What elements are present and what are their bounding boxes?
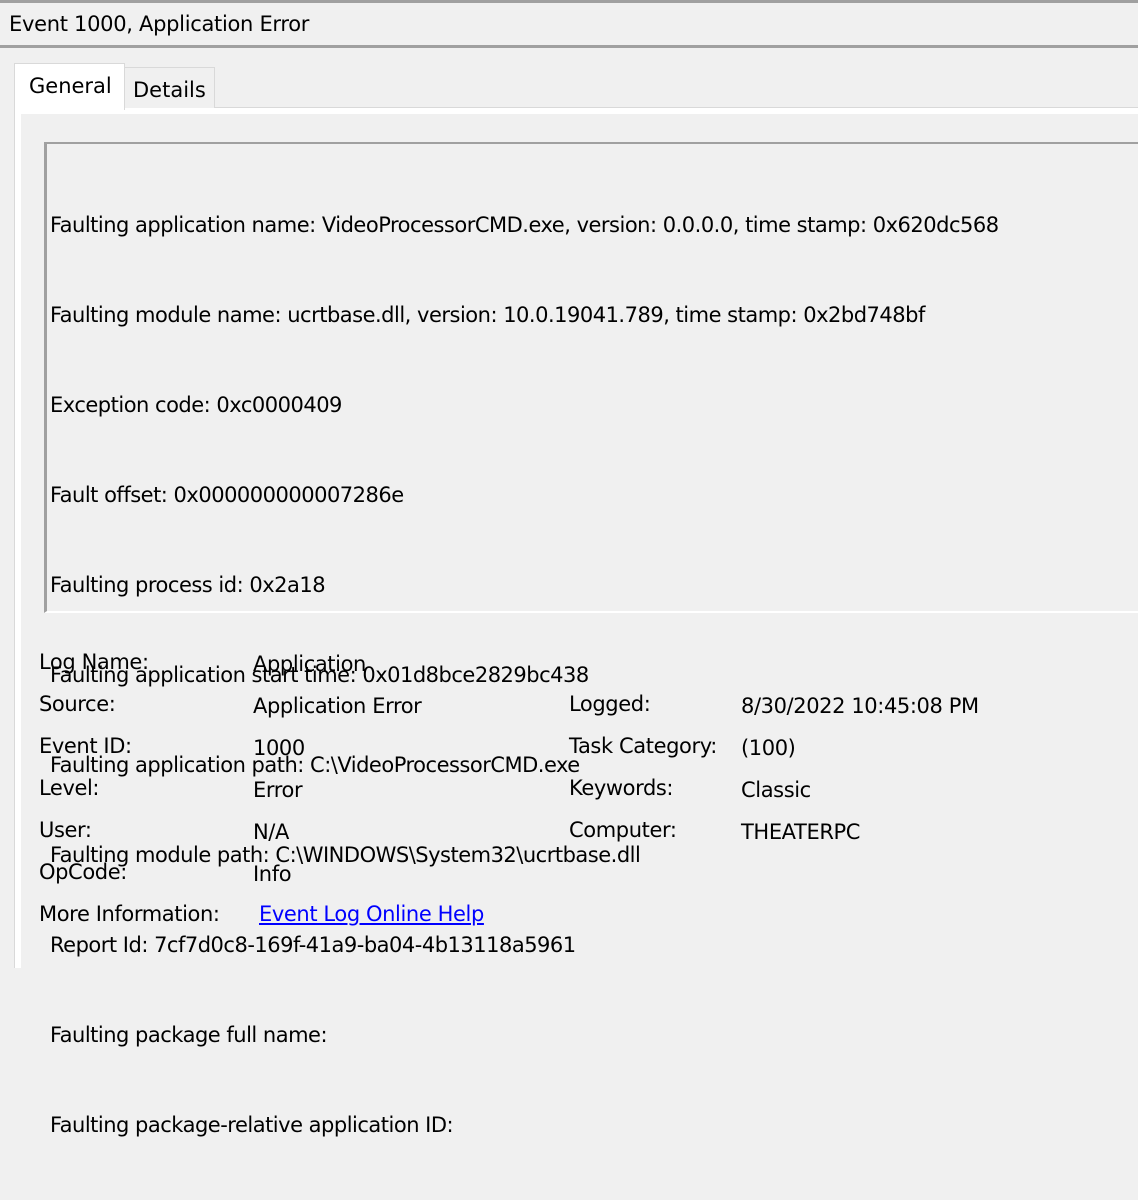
keywords-label: Keywords: bbox=[569, 776, 674, 800]
log-name-label: Log Name: bbox=[39, 650, 149, 674]
computer-value[interactable]: THEATERPC bbox=[741, 820, 860, 844]
user-label: User: bbox=[39, 818, 92, 842]
computer-label: Computer: bbox=[569, 818, 677, 842]
event-description-textbox[interactable]: Faulting application name: VideoProcesso… bbox=[44, 142, 1138, 1137]
description-line: Report Id: 7cf7d0c8-169f-41a9-ba04-4b131… bbox=[50, 933, 576, 957]
task-category-label: Task Category: bbox=[569, 734, 717, 758]
event-log-online-help-link[interactable]: Event Log Online Help bbox=[259, 902, 484, 926]
logged-value[interactable]: 8/30/2022 10:45:08 PM bbox=[741, 694, 979, 718]
opcode-label: OpCode: bbox=[39, 860, 127, 884]
window-title: Event 1000, Application Error bbox=[9, 12, 310, 36]
source-value[interactable]: Application Error bbox=[253, 694, 422, 718]
source-label: Source: bbox=[39, 692, 116, 716]
tab-general[interactable]: General bbox=[14, 63, 125, 110]
description-line: Faulting process id: 0x2a18 bbox=[50, 573, 326, 597]
description-line: Exception code: 0xc0000409 bbox=[50, 393, 342, 417]
description-line: Fault offset: 0x000000000007286e bbox=[50, 483, 404, 507]
level-label: Level: bbox=[39, 776, 100, 800]
logged-label: Logged: bbox=[569, 692, 651, 716]
opcode-value[interactable]: Info bbox=[253, 862, 292, 886]
tab-strip: General Details bbox=[0, 48, 1138, 110]
window-title-bar: Event 1000, Application Error bbox=[0, 0, 1138, 48]
user-value[interactable]: N/A bbox=[253, 820, 289, 844]
tab-general-label: General bbox=[29, 74, 112, 98]
description-line: Faulting package-relative application ID… bbox=[50, 1113, 454, 1137]
description-line: Faulting package full name: bbox=[50, 1023, 328, 1047]
log-name-value[interactable]: Application bbox=[253, 652, 366, 676]
tab-details-label: Details bbox=[133, 78, 206, 102]
tab-details[interactable]: Details bbox=[124, 67, 215, 108]
event-id-label: Event ID: bbox=[39, 734, 132, 758]
more-information-label: More Information: bbox=[39, 902, 220, 926]
event-id-value[interactable]: 1000 bbox=[253, 736, 305, 760]
description-line: Faulting application path: C:\VideoProce… bbox=[50, 753, 580, 777]
description-line: Faulting module name: ucrtbase.dll, vers… bbox=[50, 303, 925, 327]
keywords-value[interactable]: Classic bbox=[741, 778, 811, 802]
description-line: Faulting application name: VideoProcesso… bbox=[50, 213, 999, 237]
event-description-text: Faulting application name: VideoProcesso… bbox=[50, 150, 999, 1200]
level-value[interactable]: Error bbox=[253, 778, 303, 802]
task-category-value[interactable]: (100) bbox=[741, 736, 796, 760]
description-line: Faulting application start time: 0x01d8b… bbox=[50, 663, 589, 687]
description-line: Faulting module path: C:\WINDOWS\System3… bbox=[50, 843, 641, 867]
